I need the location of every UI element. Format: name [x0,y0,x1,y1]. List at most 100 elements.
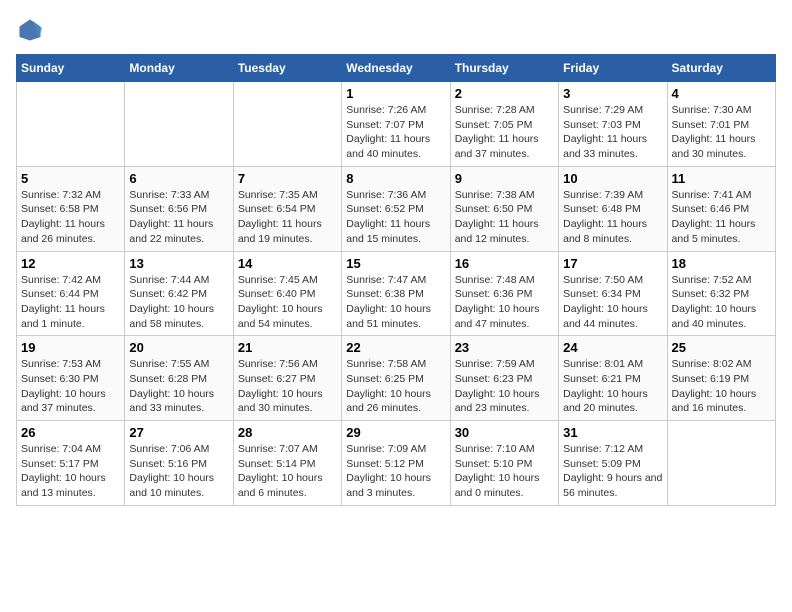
calendar-cell: 20 Sunrise: 7:55 AM Sunset: 6:28 PM Dayli… [125,336,233,421]
calendar-cell: 28 Sunrise: 7:07 AM Sunset: 5:14 PM Dayli… [233,421,341,506]
day-number: 3 [563,86,662,101]
day-info: Sunrise: 7:28 AM Sunset: 7:05 PM Dayligh… [455,103,554,162]
calendar-cell: 6 Sunrise: 7:33 AM Sunset: 6:56 PM Daylig… [125,166,233,251]
calendar-cell: 18 Sunrise: 7:52 AM Sunset: 6:32 PM Dayli… [667,251,775,336]
calendar-cell: 17 Sunrise: 7:50 AM Sunset: 6:34 PM Dayli… [559,251,667,336]
calendar-cell [17,82,125,167]
calendar-cell: 24 Sunrise: 8:01 AM Sunset: 6:21 PM Dayli… [559,336,667,421]
day-number: 18 [672,256,771,271]
day-info: Sunrise: 8:02 AM Sunset: 6:19 PM Dayligh… [672,357,771,416]
calendar-cell: 27 Sunrise: 7:06 AM Sunset: 5:16 PM Dayli… [125,421,233,506]
day-number: 12 [21,256,120,271]
day-number: 27 [129,425,228,440]
day-number: 21 [238,340,337,355]
day-number: 20 [129,340,228,355]
day-info: Sunrise: 7:32 AM Sunset: 6:58 PM Dayligh… [21,188,120,247]
calendar-week-1: 1 Sunrise: 7:26 AM Sunset: 7:07 PM Daylig… [17,82,776,167]
calendar-cell: 29 Sunrise: 7:09 AM Sunset: 5:12 PM Dayli… [342,421,450,506]
calendar-cell [125,82,233,167]
weekday-header-monday: Monday [125,55,233,82]
weekday-header-tuesday: Tuesday [233,55,341,82]
calendar-cell [667,421,775,506]
weekday-header-saturday: Saturday [667,55,775,82]
calendar-cell: 26 Sunrise: 7:04 AM Sunset: 5:17 PM Dayli… [17,421,125,506]
day-number: 2 [455,86,554,101]
day-number: 31 [563,425,662,440]
day-info: Sunrise: 7:42 AM Sunset: 6:44 PM Dayligh… [21,273,120,332]
day-number: 16 [455,256,554,271]
calendar-week-3: 12 Sunrise: 7:42 AM Sunset: 6:44 PM Dayli… [17,251,776,336]
day-info: Sunrise: 7:10 AM Sunset: 5:10 PM Dayligh… [455,442,554,501]
calendar-cell: 16 Sunrise: 7:48 AM Sunset: 6:36 PM Dayli… [450,251,558,336]
day-number: 22 [346,340,445,355]
page-header [16,16,776,44]
day-info: Sunrise: 7:52 AM Sunset: 6:32 PM Dayligh… [672,273,771,332]
calendar-cell: 30 Sunrise: 7:10 AM Sunset: 5:10 PM Dayli… [450,421,558,506]
day-number: 23 [455,340,554,355]
calendar-cell: 3 Sunrise: 7:29 AM Sunset: 7:03 PM Daylig… [559,82,667,167]
day-info: Sunrise: 7:06 AM Sunset: 5:16 PM Dayligh… [129,442,228,501]
calendar-cell: 13Sunrise: 7:44 AM Sunset: 6:42 PM Dayli… [125,251,233,336]
logo-icon [16,16,44,44]
day-number: 15 [346,256,445,271]
day-info: Sunrise: 7:55 AM Sunset: 6:28 PM Dayligh… [129,357,228,416]
day-number: 26 [21,425,120,440]
day-info: Sunrise: 7:56 AM Sunset: 6:27 PM Dayligh… [238,357,337,416]
day-info: Sunrise: 7:39 AM Sunset: 6:48 PM Dayligh… [563,188,662,247]
day-info: Sunrise: 7:26 AM Sunset: 7:07 PM Dayligh… [346,103,445,162]
day-number: 13 [129,256,228,271]
day-number: 8 [346,171,445,186]
day-number: 6 [129,171,228,186]
calendar-cell: 15 Sunrise: 7:47 AM Sunset: 6:38 PM Dayli… [342,251,450,336]
day-info: Sunrise: 7:47 AM Sunset: 6:38 PM Dayligh… [346,273,445,332]
calendar-cell: 14Sunrise: 7:45 AM Sunset: 6:40 PM Dayli… [233,251,341,336]
calendar-table: SundayMondayTuesdayWednesdayThursdayFrid… [16,54,776,506]
calendar-cell: 19 Sunrise: 7:53 AM Sunset: 6:30 PM Dayli… [17,336,125,421]
day-info: Sunrise: 7:48 AM Sunset: 6:36 PM Dayligh… [455,273,554,332]
calendar-cell: 7 Sunrise: 7:35 AM Sunset: 6:54 PM Daylig… [233,166,341,251]
day-number: 28 [238,425,337,440]
day-info: Sunrise: 7:41 AM Sunset: 6:46 PM Dayligh… [672,188,771,247]
day-info: Sunrise: 7:29 AM Sunset: 7:03 PM Dayligh… [563,103,662,162]
calendar-cell: 21 Sunrise: 7:56 AM Sunset: 6:27 PM Dayli… [233,336,341,421]
day-info: Sunrise: 7:50 AM Sunset: 6:34 PM Dayligh… [563,273,662,332]
day-number: 17 [563,256,662,271]
weekday-header-sunday: Sunday [17,55,125,82]
day-number: 24 [563,340,662,355]
day-number: 19 [21,340,120,355]
day-number: 30 [455,425,554,440]
day-info: Sunrise: 7:07 AM Sunset: 5:14 PM Dayligh… [238,442,337,501]
calendar-cell [233,82,341,167]
weekday-header-row: SundayMondayTuesdayWednesdayThursdayFrid… [17,55,776,82]
day-info: Sunrise: 7:35 AM Sunset: 6:54 PM Dayligh… [238,188,337,247]
day-info: Sunrise: 7:45 AM Sunset: 6:40 PM Dayligh… [238,273,337,332]
day-info: Sunrise: 8:01 AM Sunset: 6:21 PM Dayligh… [563,357,662,416]
calendar-cell: 10Sunrise: 7:39 AM Sunset: 6:48 PM Dayli… [559,166,667,251]
day-info: Sunrise: 7:53 AM Sunset: 6:30 PM Dayligh… [21,357,120,416]
weekday-header-wednesday: Wednesday [342,55,450,82]
calendar-cell: 8 Sunrise: 7:36 AM Sunset: 6:52 PM Daylig… [342,166,450,251]
calendar-cell: 23Sunrise: 7:59 AM Sunset: 6:23 PM Dayli… [450,336,558,421]
calendar-cell: 22 Sunrise: 7:58 AM Sunset: 6:25 PM Dayli… [342,336,450,421]
day-info: Sunrise: 7:09 AM Sunset: 5:12 PM Dayligh… [346,442,445,501]
day-info: Sunrise: 7:33 AM Sunset: 6:56 PM Dayligh… [129,188,228,247]
day-info: Sunrise: 7:58 AM Sunset: 6:25 PM Dayligh… [346,357,445,416]
day-info: Sunrise: 7:36 AM Sunset: 6:52 PM Dayligh… [346,188,445,247]
day-info: Sunrise: 7:38 AM Sunset: 6:50 PM Dayligh… [455,188,554,247]
day-info: Sunrise: 7:12 AM Sunset: 5:09 PM Dayligh… [563,442,662,501]
day-number: 4 [672,86,771,101]
day-number: 29 [346,425,445,440]
calendar-cell: 9Sunrise: 7:38 AM Sunset: 6:50 PM Daylig… [450,166,558,251]
calendar-cell: 5Sunrise: 7:32 AM Sunset: 6:58 PM Daylig… [17,166,125,251]
weekday-header-friday: Friday [559,55,667,82]
calendar-week-2: 5Sunrise: 7:32 AM Sunset: 6:58 PM Daylig… [17,166,776,251]
day-number: 7 [238,171,337,186]
calendar-cell: 12 Sunrise: 7:42 AM Sunset: 6:44 PM Dayli… [17,251,125,336]
calendar-cell: 31 Sunrise: 7:12 AM Sunset: 5:09 PM Dayli… [559,421,667,506]
day-info: Sunrise: 7:30 AM Sunset: 7:01 PM Dayligh… [672,103,771,162]
day-number: 1 [346,86,445,101]
calendar-cell: 4 Sunrise: 7:30 AM Sunset: 7:01 PM Daylig… [667,82,775,167]
day-info: Sunrise: 7:04 AM Sunset: 5:17 PM Dayligh… [21,442,120,501]
day-number: 25 [672,340,771,355]
calendar-cell: 2 Sunrise: 7:28 AM Sunset: 7:05 PM Daylig… [450,82,558,167]
